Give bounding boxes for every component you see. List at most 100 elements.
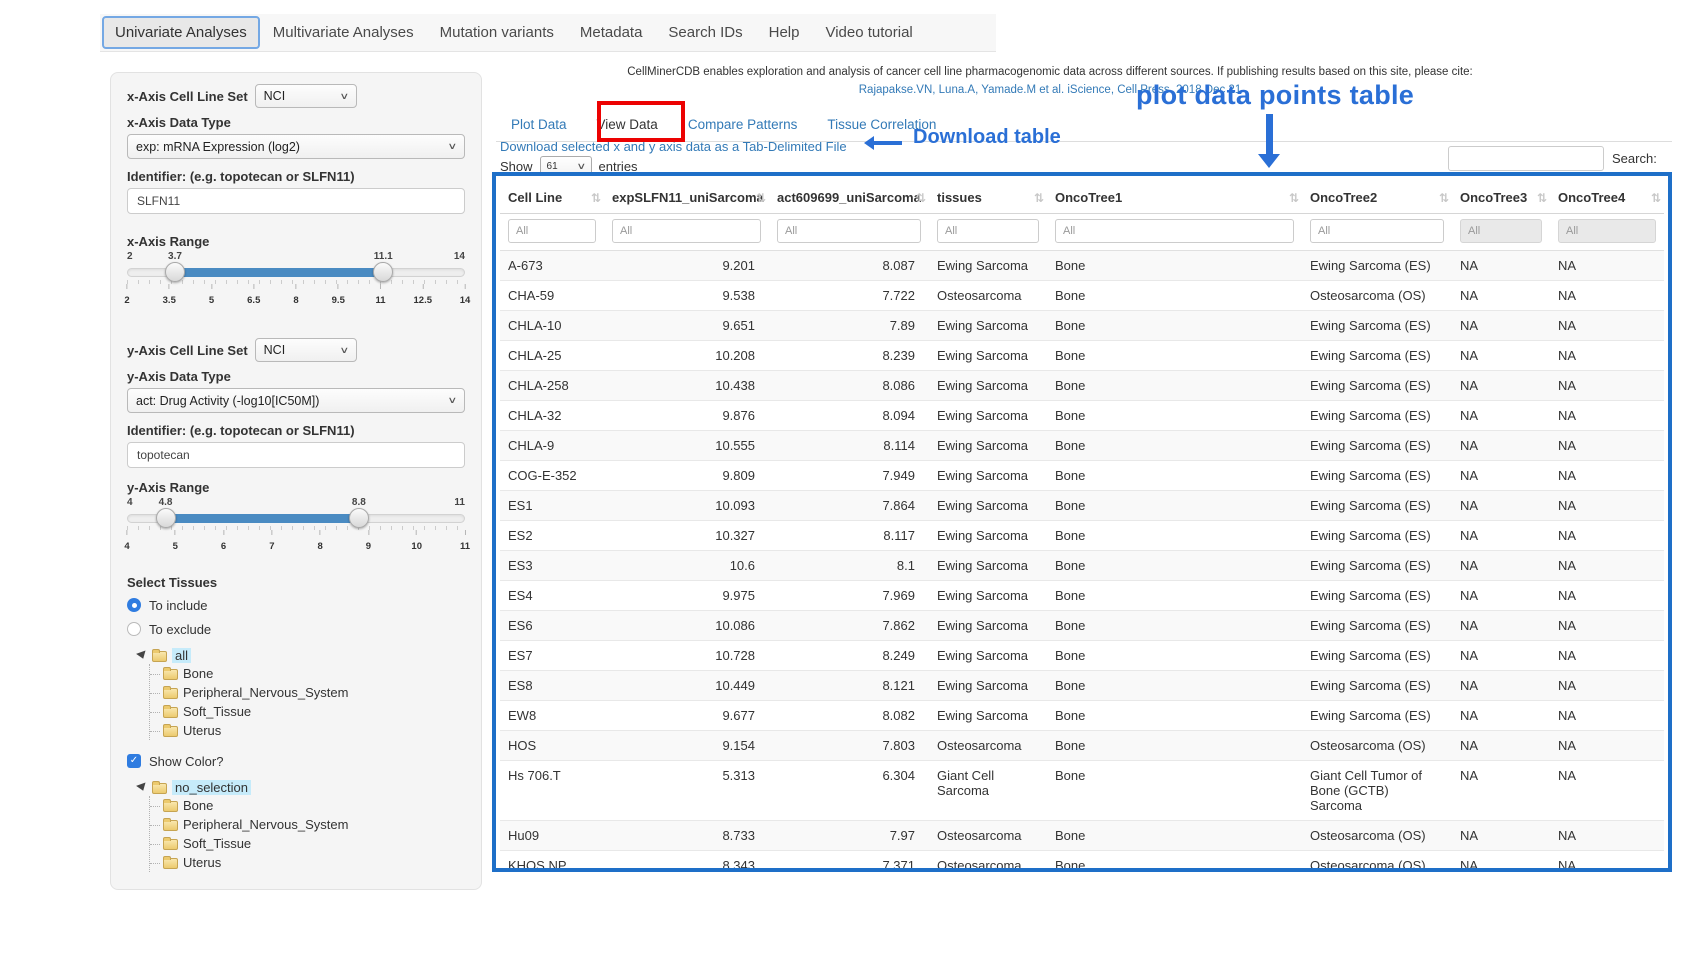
column-header-4[interactable]: OncoTree1⇅	[1047, 180, 1302, 214]
chevron-down-icon: ∨	[448, 395, 458, 406]
table-row[interactable]: HOS9.1547.803OsteosarcomaBoneOsteosarcom…	[500, 731, 1664, 761]
tissues-include-radio[interactable]: To include	[127, 596, 465, 614]
nav-tab-2[interactable]: Mutation variants	[427, 16, 567, 49]
nav-tab-4[interactable]: Search IDs	[655, 16, 755, 49]
table-row[interactable]: ES810.4498.121Ewing SarcomaBoneEwing Sar…	[500, 671, 1664, 701]
column-filter-input[interactable]	[1460, 219, 1542, 243]
slider-tick: 6.5	[247, 284, 260, 306]
column-header-0[interactable]: Cell Line⇅	[500, 180, 604, 214]
sort-icon[interactable]: ⇅	[1289, 191, 1299, 205]
table-row[interactable]: CHLA-25810.4388.086Ewing SarcomaBoneEwin…	[500, 371, 1664, 401]
cell: 7.803	[769, 731, 929, 761]
y-data-type-select[interactable]: act: Drug Activity (-log10[IC50M]) ∨	[127, 388, 465, 413]
table-row[interactable]: A-6739.2018.087Ewing SarcomaBoneEwing Sa…	[500, 251, 1664, 281]
filter-cell-0	[500, 214, 604, 251]
table-row[interactable]: ES310.68.1Ewing SarcomaBoneEwing Sarcoma…	[500, 551, 1664, 581]
slider-handle-high[interactable]	[349, 508, 369, 528]
tree-item[interactable]: Peripheral_Nervous_System	[150, 815, 465, 834]
nav-tab-1[interactable]: Multivariate Analyses	[260, 16, 427, 49]
table-row[interactable]: CHLA-329.8768.094Ewing SarcomaBoneEwing …	[500, 401, 1664, 431]
tissues-exclude-radio[interactable]: To exclude	[127, 620, 465, 638]
y-range-slider[interactable]: 4 11 4.8 8.8 4567891011	[127, 497, 465, 551]
table-row[interactable]: ES210.3278.117Ewing SarcomaBoneEwing Sar…	[500, 521, 1664, 551]
tree-item[interactable]: Bone	[150, 664, 465, 683]
column-filter-input[interactable]	[937, 219, 1039, 243]
cell: Bone	[1047, 761, 1302, 821]
citation-link[interactable]: Rajapakse.VN, Luna.A, Yamade.M et al. iS…	[520, 84, 1580, 96]
x-range-slider[interactable]: 2 14 3.7 11.1 23.556.589.51112.514	[127, 251, 465, 305]
x-data-type-select[interactable]: exp: mRNA Expression (log2) ∨	[127, 134, 465, 159]
tree-expander-icon[interactable]	[136, 782, 148, 792]
column-header-2[interactable]: act609699_uniSarcoma⇅	[769, 180, 929, 214]
slider-tick-label: 12.5	[414, 295, 433, 306]
tree-item[interactable]: Soft_Tissue	[150, 834, 465, 853]
column-filter-input[interactable]	[1310, 219, 1444, 243]
table-row[interactable]: CHLA-2510.2088.239Ewing SarcomaBoneEwing…	[500, 341, 1664, 371]
table-row[interactable]: EW89.6778.082Ewing SarcomaBoneEwing Sarc…	[500, 701, 1664, 731]
table-row[interactable]: COG-E-3529.8097.949Ewing SarcomaBoneEwin…	[500, 461, 1664, 491]
tree-item[interactable]: Uterus	[150, 853, 465, 872]
column-header-3[interactable]: tissues⇅	[929, 180, 1047, 214]
table-row[interactable]: CHLA-910.5558.114Ewing SarcomaBoneEwing …	[500, 431, 1664, 461]
tree-item[interactable]: Uterus	[150, 721, 465, 740]
table-row[interactable]: ES710.7288.249Ewing SarcomaBoneEwing Sar…	[500, 641, 1664, 671]
column-header-6[interactable]: OncoTree3⇅	[1452, 180, 1550, 214]
column-header-7[interactable]: OncoTree4⇅	[1550, 180, 1664, 214]
table-row[interactable]: KHOS NP8.3437.371OsteosarcomaBoneOsteosa…	[500, 851, 1664, 873]
column-filter-input[interactable]	[1558, 219, 1656, 243]
cell: 8.094	[769, 401, 929, 431]
tree-item[interactable]: Peripheral_Nervous_System	[150, 683, 465, 702]
y-cell-line-set-select[interactable]: NCI ∨	[255, 338, 357, 362]
tree-item[interactable]: Soft_Tissue	[150, 702, 465, 721]
cell: Osteosarcoma	[929, 821, 1047, 851]
slider-handle-low[interactable]	[156, 508, 176, 528]
tree-expander-icon[interactable]	[136, 650, 148, 660]
cell: Ewing Sarcoma (ES)	[1302, 461, 1452, 491]
search-label: Search:	[1612, 151, 1657, 166]
slider-tick-label: 3.5	[163, 295, 176, 306]
table-row[interactable]: Hs 706.T5.3136.304Giant Cell SarcomaBone…	[500, 761, 1664, 821]
slider-track[interactable]	[127, 514, 465, 523]
table-row[interactable]: ES49.9757.969Ewing SarcomaBoneEwing Sarc…	[500, 581, 1664, 611]
table-row[interactable]: CHLA-109.6517.89Ewing SarcomaBoneEwing S…	[500, 311, 1664, 341]
x-cell-line-set-select[interactable]: NCI ∨	[255, 84, 357, 108]
show-color-checkbox[interactable]: ✓ Show Color?	[127, 752, 465, 770]
nav-tab-6[interactable]: Video tutorial	[812, 16, 925, 49]
sort-icon[interactable]: ⇅	[1034, 191, 1044, 205]
cell: 9.538	[604, 281, 769, 311]
column-filter-input[interactable]	[1055, 219, 1294, 243]
column-filter-input[interactable]	[777, 219, 921, 243]
slider-handle-low[interactable]	[165, 262, 185, 282]
sort-icon[interactable]: ⇅	[1651, 191, 1661, 205]
table-row[interactable]: CHA-599.5387.722OsteosarcomaBoneOsteosar…	[500, 281, 1664, 311]
sort-icon[interactable]: ⇅	[756, 191, 766, 205]
sort-icon[interactable]: ⇅	[1537, 191, 1547, 205]
sort-icon[interactable]: ⇅	[1439, 191, 1449, 205]
column-header-1[interactable]: expSLFN11_uniSarcoma⇅	[604, 180, 769, 214]
nav-tab-3[interactable]: Metadata	[567, 16, 656, 49]
y-identifier-input[interactable]: topotecan	[127, 442, 465, 468]
cell: Ewing Sarcoma	[929, 491, 1047, 521]
tree-item[interactable]: Bone	[150, 796, 465, 815]
subtab-2[interactable]: Compare Patterns	[673, 110, 813, 141]
sort-icon[interactable]: ⇅	[916, 191, 926, 205]
download-table-annotation: Download table	[913, 126, 1061, 149]
slider-handle-high[interactable]	[373, 262, 393, 282]
tree-root-no-selection[interactable]: no_selection	[137, 778, 465, 796]
column-filter-input[interactable]	[508, 219, 596, 243]
cell: 8.239	[769, 341, 929, 371]
column-filter-input[interactable]	[612, 219, 761, 243]
view-data-annotation-box	[597, 101, 685, 142]
table-row[interactable]: ES110.0937.864Ewing SarcomaBoneEwing Sar…	[500, 491, 1664, 521]
subtab-0[interactable]: Plot Data	[496, 110, 582, 141]
nav-tab-5[interactable]: Help	[756, 16, 813, 49]
folder-icon	[163, 707, 178, 718]
tree-root-all[interactable]: all	[137, 646, 465, 664]
table-row[interactable]: ES610.0867.862Ewing SarcomaBoneEwing Sar…	[500, 611, 1664, 641]
x-identifier-input[interactable]: SLFN11	[127, 188, 465, 214]
sort-icon[interactable]: ⇅	[591, 191, 601, 205]
search-input[interactable]	[1448, 146, 1604, 171]
column-header-5[interactable]: OncoTree2⇅	[1302, 180, 1452, 214]
table-row[interactable]: Hu098.7337.97OsteosarcomaBoneOsteosarcom…	[500, 821, 1664, 851]
nav-tab-0[interactable]: Univariate Analyses	[102, 16, 260, 49]
